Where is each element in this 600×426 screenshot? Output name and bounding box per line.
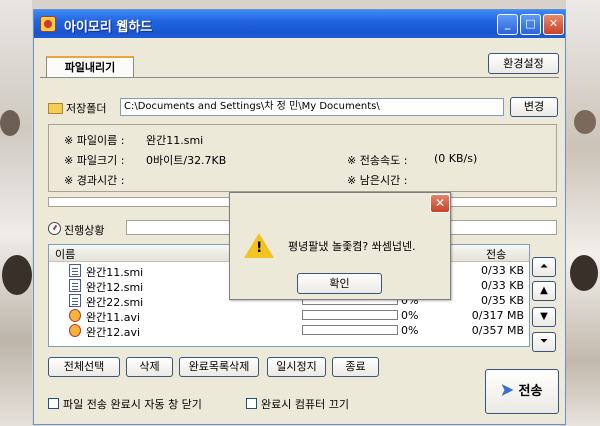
list-item[interactable]: 완간12.avi 0% 0/357 MB — [49, 323, 529, 339]
background-photo-face — [574, 110, 596, 134]
tab-divider — [40, 77, 559, 78]
move-top-button[interactable]: ⏶ — [532, 257, 556, 277]
move-down-button[interactable]: ▼ — [532, 307, 556, 327]
title-bar[interactable]: 아이모리 웹하드 _ □ ✕ — [34, 10, 565, 38]
document-icon — [69, 264, 81, 277]
select-all-button[interactable]: 전체선택 — [48, 357, 120, 377]
move-up-button[interactable]: ▲ — [532, 281, 556, 301]
save-path-field[interactable]: C:\Documents and Settings\차 정 민\My Docum… — [120, 98, 504, 116]
file-transfer-size: 0/35 KB — [481, 294, 524, 307]
chevron-down-icon: ▼ — [540, 311, 548, 322]
exit-button[interactable]: 종료 — [332, 357, 379, 377]
ok-button[interactable]: 확인 — [297, 273, 382, 294]
column-transfer-header[interactable]: 전송 — [486, 246, 506, 262]
double-chevron-up-icon: ⏶ — [540, 261, 548, 272]
elapsed-time-label: ※ 경과시간 : — [64, 174, 125, 187]
file-transfer-size: 0/357 MB — [471, 324, 524, 337]
list-item[interactable]: 완간11.avi 0% 0/317 MB — [49, 308, 529, 324]
warning-exclamation-icon: ! — [256, 240, 263, 256]
minimize-button[interactable]: _ — [497, 14, 518, 35]
move-bottom-button[interactable]: ⏷ — [532, 332, 556, 352]
delete-completed-button[interactable]: 완료목록삭제 — [179, 357, 259, 377]
file-info-panel: ※ 파일이름 : 완간11.smi ※ 파일크기 : 0바이트/32.7KB ※… — [48, 124, 557, 192]
file-name-label: ※ 파일이름 : — [64, 134, 125, 147]
video-file-icon — [69, 309, 81, 322]
column-name-header[interactable]: 이름 — [55, 246, 75, 262]
compass-icon — [48, 222, 61, 235]
file-progress-bar — [302, 310, 398, 320]
background-photo-face — [0, 110, 20, 136]
transfer-speed-value: (0 KB/s) — [434, 152, 478, 165]
file-name: 완간12.avi — [86, 326, 141, 339]
file-name-value: 완간11.smi — [146, 134, 204, 147]
background-photo-hair — [570, 255, 598, 291]
folder-icon — [48, 103, 63, 114]
desktop-background-left — [0, 0, 32, 426]
delete-button[interactable]: 삭제 — [126, 357, 173, 377]
send-label: 전송 — [518, 384, 543, 399]
change-folder-button[interactable]: 변경 — [510, 97, 558, 117]
dialog-message: 평녕팔냈 놀좇켬? 쏴셈넙넨. — [288, 240, 416, 253]
send-arrow-icon — [501, 384, 514, 396]
tab-download[interactable]: 파일내리기 — [46, 56, 134, 78]
background-photo-hair — [2, 255, 32, 295]
remaining-time-label: ※ 남은시간 : — [347, 174, 408, 187]
file-transfer-size: 0/33 KB — [481, 279, 524, 292]
file-size-label: ※ 파일크기 : — [64, 154, 125, 167]
double-chevron-down-icon: ⏷ — [540, 336, 548, 347]
document-icon — [69, 294, 81, 307]
app-logo-icon — [40, 16, 56, 32]
video-file-icon — [69, 324, 81, 337]
message-dialog: ✕ ! 평녕팔냈 놀좇켬? 쏴셈넙넨. 확인 — [229, 192, 451, 300]
desktop-background-right — [566, 0, 600, 426]
chevron-up-icon: ▲ — [540, 285, 548, 296]
window-title: 아이모리 웹하드 — [64, 20, 153, 35]
shutdown-checkbox[interactable] — [246, 398, 257, 409]
file-transfer-size: 0/317 MB — [471, 309, 524, 322]
desktop-background-top — [32, 0, 566, 8]
file-progress-percent: 0% — [401, 309, 419, 322]
maximize-button[interactable]: □ — [520, 14, 541, 35]
dialog-close-button[interactable]: ✕ — [430, 194, 450, 213]
auto-close-checkbox[interactable] — [48, 398, 59, 409]
transfer-speed-label: ※ 전송속도 : — [347, 154, 408, 167]
file-progress-bar — [302, 325, 398, 335]
auto-close-label[interactable]: 파일 전송 완료시 자동 창 닫기 — [63, 396, 202, 412]
close-button[interactable]: ✕ — [543, 14, 564, 35]
send-button[interactable]: 전송 — [485, 369, 559, 414]
file-progress-percent: 0% — [401, 324, 419, 337]
settings-button[interactable]: 환경설정 — [488, 53, 559, 74]
document-icon — [69, 279, 81, 292]
pause-button[interactable]: 일시정지 — [267, 357, 326, 377]
file-transfer-size: 0/33 KB — [481, 264, 524, 277]
webhard-download-window: 아이모리 웹하드 _ □ ✕ 파일내리기 환경설정 저장폴더 C:\Docume… — [33, 9, 566, 425]
save-folder-label: 저장폴더 — [66, 102, 107, 115]
file-size-value: 0바이트/32.7KB — [146, 154, 227, 167]
progress-label: 진행상황 — [64, 224, 105, 237]
shutdown-label[interactable]: 완료시 컴퓨터 끄기 — [261, 396, 349, 412]
